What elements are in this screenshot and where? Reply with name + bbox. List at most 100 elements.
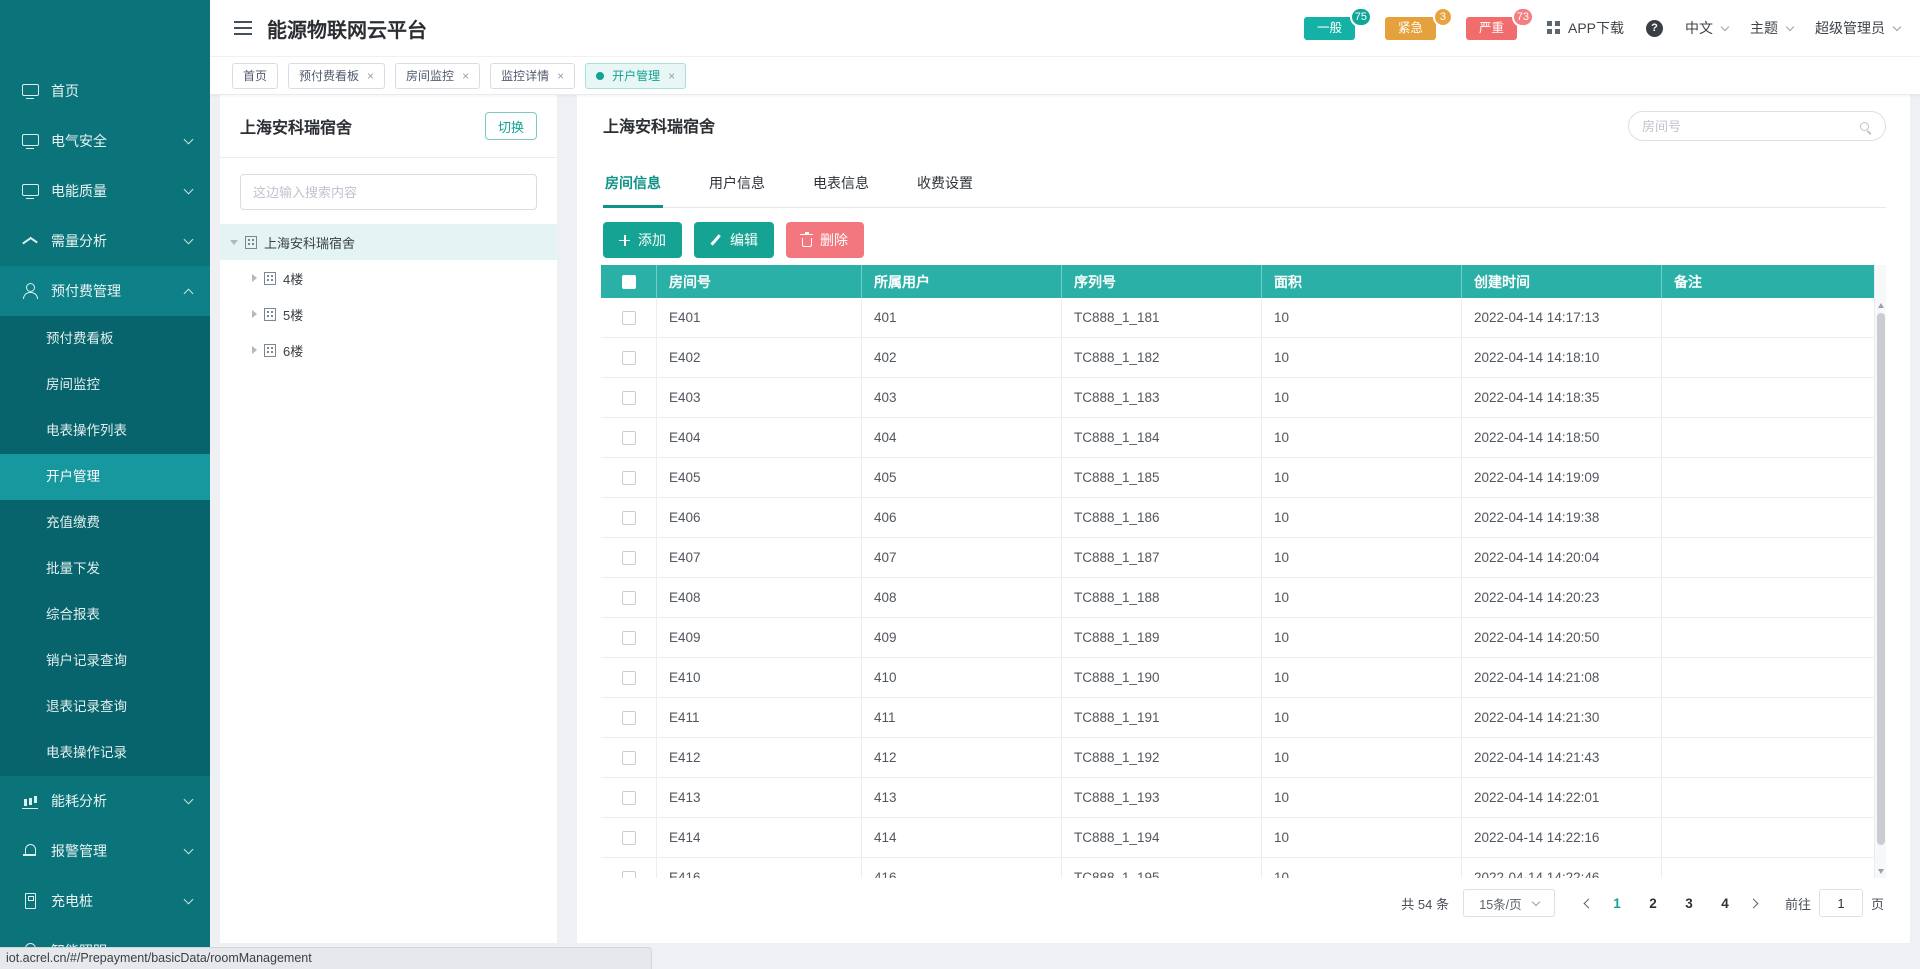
table-row[interactable]: E401 401 TC888_1_181 10 2022-04-14 14:17…: [601, 298, 1886, 338]
sidebar-subitem[interactable]: 预付费看板: [0, 316, 210, 362]
table-row[interactable]: E409 409 TC888_1_189 10 2022-04-14 14:20…: [601, 618, 1886, 658]
table-row[interactable]: E411 411 TC888_1_191 10 2022-04-14 14:21…: [601, 698, 1886, 738]
menu-collapse-icon[interactable]: [234, 21, 252, 35]
row-checkbox[interactable]: [622, 711, 636, 725]
sidebar-item[interactable]: 报警管理: [0, 826, 210, 876]
row-checkbox[interactable]: [622, 791, 636, 805]
switch-button[interactable]: 切换: [485, 112, 537, 140]
caret-right-icon[interactable]: [252, 346, 257, 354]
sidebar-item[interactable]: 充电桩: [0, 876, 210, 926]
sidebar-subitem[interactable]: 电表操作列表: [0, 408, 210, 454]
add-button-label: 添加: [638, 230, 666, 250]
sidebar-item[interactable]: 首页: [0, 66, 210, 116]
table-row[interactable]: E403 403 TC888_1_183 10 2022-04-14 14:18…: [601, 378, 1886, 418]
page-number[interactable]: 4: [1712, 896, 1738, 911]
sidebar-subitem[interactable]: 房间监控: [0, 362, 210, 408]
row-checkbox[interactable]: [622, 551, 636, 565]
breadcrumb-tab[interactable]: 房间监控 ×: [395, 63, 480, 89]
breadcrumb-tab[interactable]: 监控详情 ×: [490, 63, 575, 89]
scroll-up-arrow-icon[interactable]: [1878, 303, 1884, 308]
row-checkbox[interactable]: [622, 591, 636, 605]
table-row[interactable]: E408 408 TC888_1_188 10 2022-04-14 14:20…: [601, 578, 1886, 618]
user-menu[interactable]: 超级管理员: [1815, 18, 1900, 38]
alarm-tag[interactable]: 一般 75: [1304, 17, 1355, 40]
close-icon[interactable]: ×: [668, 70, 675, 82]
scrollbar-thumb[interactable]: [1877, 313, 1885, 845]
page-number[interactable]: 3: [1676, 896, 1702, 911]
table-scrollbar[interactable]: [1874, 265, 1886, 878]
row-checkbox[interactable]: [622, 751, 636, 765]
close-icon[interactable]: ×: [462, 70, 469, 82]
sidebar-item[interactable]: 能耗分析: [0, 776, 210, 826]
info-tab[interactable]: 电表信息: [811, 167, 871, 207]
row-checkbox[interactable]: [622, 871, 636, 879]
info-tab[interactable]: 收费设置: [915, 167, 975, 207]
tree-search-input[interactable]: [240, 174, 537, 210]
edit-button[interactable]: 编辑: [694, 222, 774, 258]
alarm-tag[interactable]: 严重 73: [1466, 17, 1517, 40]
theme-select[interactable]: 主题: [1750, 18, 1793, 38]
row-checkbox[interactable]: [622, 351, 636, 365]
page-number[interactable]: 1: [1604, 896, 1630, 911]
info-tab[interactable]: 房间信息: [603, 167, 663, 207]
info-tab[interactable]: 用户信息: [707, 167, 767, 207]
table-row[interactable]: E407 407 TC888_1_187 10 2022-04-14 14:20…: [601, 538, 1886, 578]
help-button[interactable]: ?: [1646, 20, 1663, 37]
add-button[interactable]: 添加: [603, 222, 682, 258]
select-all-checkbox[interactable]: [622, 275, 636, 289]
next-page-icon[interactable]: [1749, 898, 1759, 908]
row-checkbox[interactable]: [622, 831, 636, 845]
caret-right-icon[interactable]: [252, 274, 257, 282]
row-checkbox[interactable]: [622, 671, 636, 685]
tree-child-node[interactable]: 4楼: [220, 260, 557, 296]
prev-page-icon[interactable]: [1584, 898, 1594, 908]
delete-button[interactable]: 删除: [786, 222, 864, 258]
breadcrumb-tab[interactable]: 预付费看板 ×: [288, 63, 385, 89]
row-checkbox[interactable]: [622, 511, 636, 525]
tree-root-node[interactable]: 上海安科瑞宿舍: [220, 224, 557, 260]
sidebar-subitem[interactable]: 电表操作记录: [0, 730, 210, 776]
close-icon[interactable]: ×: [367, 70, 374, 82]
chevron-icon: [184, 185, 194, 195]
sidebar-subitem[interactable]: 批量下发: [0, 546, 210, 592]
sidebar-item[interactable]: 需量分析: [0, 216, 210, 266]
table-row[interactable]: E414 414 TC888_1_194 10 2022-04-14 14:22…: [601, 818, 1886, 858]
row-checkbox[interactable]: [622, 391, 636, 405]
scroll-down-arrow-icon[interactable]: [1878, 869, 1884, 874]
app-download[interactable]: APP下载: [1547, 18, 1624, 38]
breadcrumb-tab[interactable]: 开户管理 ×: [585, 63, 686, 89]
row-checkbox[interactable]: [622, 631, 636, 645]
table-row[interactable]: E416 416 TC888_1_195 10 2022-04-14 14:22…: [601, 858, 1886, 878]
sidebar-subitem[interactable]: 开户管理: [0, 454, 210, 500]
row-checkbox[interactable]: [622, 431, 636, 445]
sidebar-subitem[interactable]: 销户记录查询: [0, 638, 210, 684]
row-checkbox[interactable]: [622, 471, 636, 485]
page-number[interactable]: 2: [1640, 896, 1666, 911]
language-select[interactable]: 中文: [1685, 18, 1728, 38]
sidebar-subitem[interactable]: 充值缴费: [0, 500, 210, 546]
table-row[interactable]: E404 404 TC888_1_184 10 2022-04-14 14:18…: [601, 418, 1886, 458]
sidebar-item[interactable]: 电能质量: [0, 166, 210, 216]
goto-page-input[interactable]: [1819, 889, 1863, 917]
sidebar-item[interactable]: 电气安全: [0, 116, 210, 166]
table-row[interactable]: E413 413 TC888_1_193 10 2022-04-14 14:22…: [601, 778, 1886, 818]
table-row[interactable]: E406 406 TC888_1_186 10 2022-04-14 14:19…: [601, 498, 1886, 538]
table-row[interactable]: E412 412 TC888_1_192 10 2022-04-14 14:21…: [601, 738, 1886, 778]
breadcrumb-tab[interactable]: 首页: [232, 63, 278, 89]
alarm-tag[interactable]: 紧急 3: [1385, 17, 1436, 40]
row-checkbox[interactable]: [622, 311, 636, 325]
sidebar-item[interactable]: 预付费管理: [0, 266, 210, 316]
table-row[interactable]: E402 402 TC888_1_182 10 2022-04-14 14:18…: [601, 338, 1886, 378]
tree-child-node[interactable]: 5楼: [220, 296, 557, 332]
close-icon[interactable]: ×: [557, 70, 564, 82]
caret-down-icon[interactable]: [230, 240, 238, 245]
sidebar-subitem[interactable]: 退表记录查询: [0, 684, 210, 730]
sidebar-subitem[interactable]: 综合报表: [0, 592, 210, 638]
page-size-select[interactable]: 15条/页: [1463, 889, 1555, 917]
tree-child-node[interactable]: 6楼: [220, 332, 557, 368]
caret-right-icon[interactable]: [252, 310, 257, 318]
table-row[interactable]: E405 405 TC888_1_185 10 2022-04-14 14:19…: [601, 458, 1886, 498]
search-icon[interactable]: [1860, 122, 1869, 131]
room-search-input[interactable]: [1642, 119, 1860, 134]
table-row[interactable]: E410 410 TC888_1_190 10 2022-04-14 14:21…: [601, 658, 1886, 698]
